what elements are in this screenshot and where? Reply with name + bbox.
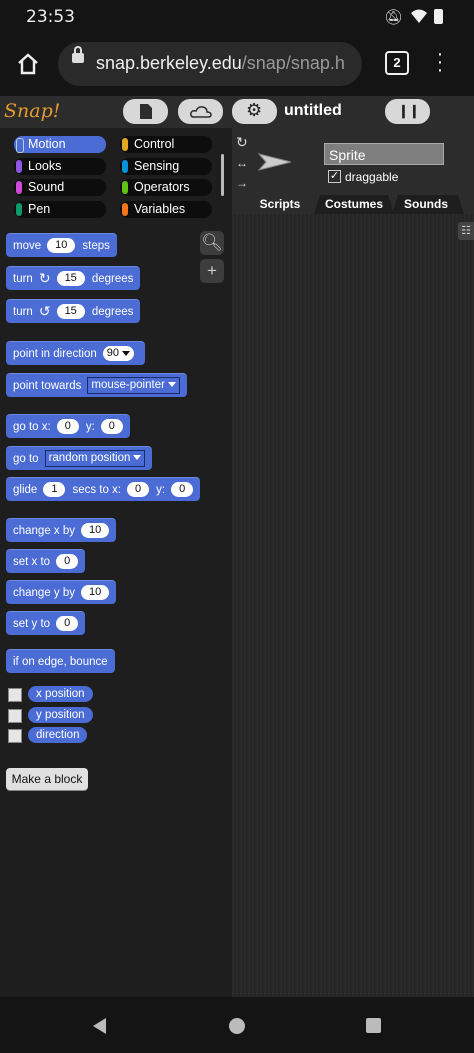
add-block-button[interactable]: +	[200, 259, 224, 283]
category-sensing[interactable]: Sensing	[120, 158, 212, 175]
lock-icon	[72, 46, 84, 63]
menu-icon[interactable]: · · ·	[436, 44, 444, 80]
towards-dropdown[interactable]: mouse-pointer	[87, 377, 180, 394]
block-change-y[interactable]: change y by 10	[6, 580, 117, 604]
rotate-any-icon[interactable]: ↻	[236, 134, 248, 151]
sprite-name-input[interactable]: Sprite	[324, 143, 444, 165]
block-bounce[interactable]: if on edge, bounce	[6, 649, 115, 673]
rotate-cw-icon: ↻	[38, 270, 51, 286]
search-blocks-button[interactable]: 🔍︎	[200, 231, 224, 255]
category-control[interactable]: Control	[120, 136, 212, 153]
block-change-x[interactable]: change x by 10	[6, 518, 117, 542]
cloud-button[interactable]	[178, 99, 223, 124]
no-rotate-icon[interactable]: →	[236, 176, 248, 190]
plus-icon: +	[207, 261, 217, 280]
android-nav-bar	[0, 997, 474, 1053]
tab-count-button[interactable]: 2	[385, 51, 409, 75]
block-go-to-xy[interactable]: go to x: 0 y: 0	[6, 414, 130, 438]
block-glide[interactable]: glide 1 secs to x: 0 y: 0	[6, 477, 201, 501]
gear-icon: ⚙	[246, 100, 263, 120]
block-point-in-direction[interactable]: point in direction 90	[6, 341, 145, 365]
category-looks[interactable]: Looks	[14, 158, 106, 175]
snap-top-bar: Snap! ⚙ untitled ❙❙	[0, 96, 474, 128]
block-go-to[interactable]: go to random position	[6, 446, 153, 470]
url-text: snap.berkeley.edu/snap/snap.h	[96, 53, 345, 73]
block-turn-cw[interactable]: turn ↻ 15 degrees	[6, 266, 141, 290]
block-set-x[interactable]: set x to 0	[6, 549, 86, 573]
search-icon: 🔍︎	[201, 233, 223, 252]
category-scrollbar[interactable]	[221, 154, 224, 196]
recents-icon[interactable]	[366, 1018, 381, 1033]
category-selector: Motion Looks Sound Pen Control Sensing O…	[0, 128, 232, 224]
sprite-arrow-icon	[258, 153, 292, 171]
watcher-checkbox-x[interactable]	[8, 688, 22, 702]
block-move[interactable]: move 10 steps	[6, 233, 117, 257]
reporter-direction[interactable]: direction	[28, 727, 88, 743]
clock: 23:53	[26, 7, 75, 27]
scripts-area[interactable]: ☷	[232, 214, 474, 997]
cloud-icon	[190, 106, 212, 118]
category-sound[interactable]: Sound	[14, 179, 106, 196]
block-palette: 🔍︎ + move 10 steps turn ↻ 15 degrees turn ↺ 15 d…	[0, 224, 230, 997]
rotate-lr-icon[interactable]: ↔	[236, 156, 248, 170]
direction-dropdown[interactable]: 90	[102, 346, 134, 361]
go-to-dropdown[interactable]: random position	[44, 450, 146, 467]
home-icon[interactable]	[16, 52, 40, 81]
url-bar[interactable]: snap.berkeley.edu/snap/snap.h	[58, 42, 362, 86]
category-operators[interactable]: Operators	[120, 179, 212, 196]
battery-icon	[434, 9, 443, 24]
tab-sounds[interactable]: Sounds	[392, 195, 460, 214]
browser-toolbar: snap.berkeley.edu/snap/snap.h 2 · · ·	[0, 34, 474, 96]
settings-button[interactable]: ⚙	[232, 99, 277, 124]
reporter-x-position[interactable]: x position	[28, 686, 93, 702]
block-turn-ccw[interactable]: turn ↺ 15 degrees	[6, 299, 141, 323]
block-set-y[interactable]: set y to 0	[6, 611, 86, 635]
rotate-ccw-icon: ↺	[38, 303, 51, 319]
project-title: untitled	[284, 102, 342, 119]
snap-logo[interactable]: Snap!	[4, 100, 60, 122]
watcher-checkbox-direction[interactable]	[8, 729, 22, 743]
watcher-checkbox-y[interactable]	[8, 709, 22, 723]
category-motion[interactable]: Motion	[14, 136, 106, 153]
keyboard-icon[interactable]: ☷	[458, 222, 474, 240]
status-bar: 23:53 🔕︎	[0, 0, 474, 34]
category-variables[interactable]: Variables	[120, 201, 212, 218]
dnd-off-icon: 🔕︎	[384, 9, 404, 26]
file-icon	[140, 104, 152, 119]
block-point-towards[interactable]: point towards mouse-pointer	[6, 373, 187, 397]
draggable-checkbox[interactable]: ✓	[328, 170, 341, 183]
draggable-label: draggable	[345, 170, 399, 184]
file-button[interactable]	[123, 99, 168, 124]
tab-costumes[interactable]: Costumes	[316, 195, 392, 214]
reporter-y-position[interactable]: y position	[28, 707, 93, 723]
category-pen[interactable]: Pen	[14, 201, 106, 218]
footprints-icon: ❙❙	[398, 103, 420, 118]
home-nav-icon[interactable]	[229, 1018, 245, 1034]
make-a-block-button[interactable]: Make a block	[6, 768, 88, 790]
wifi-icon	[410, 8, 428, 28]
back-icon[interactable]	[91, 1017, 107, 1035]
tab-scripts[interactable]: Scripts	[240, 195, 320, 214]
stage-size-button[interactable]: ❙❙	[385, 99, 430, 124]
